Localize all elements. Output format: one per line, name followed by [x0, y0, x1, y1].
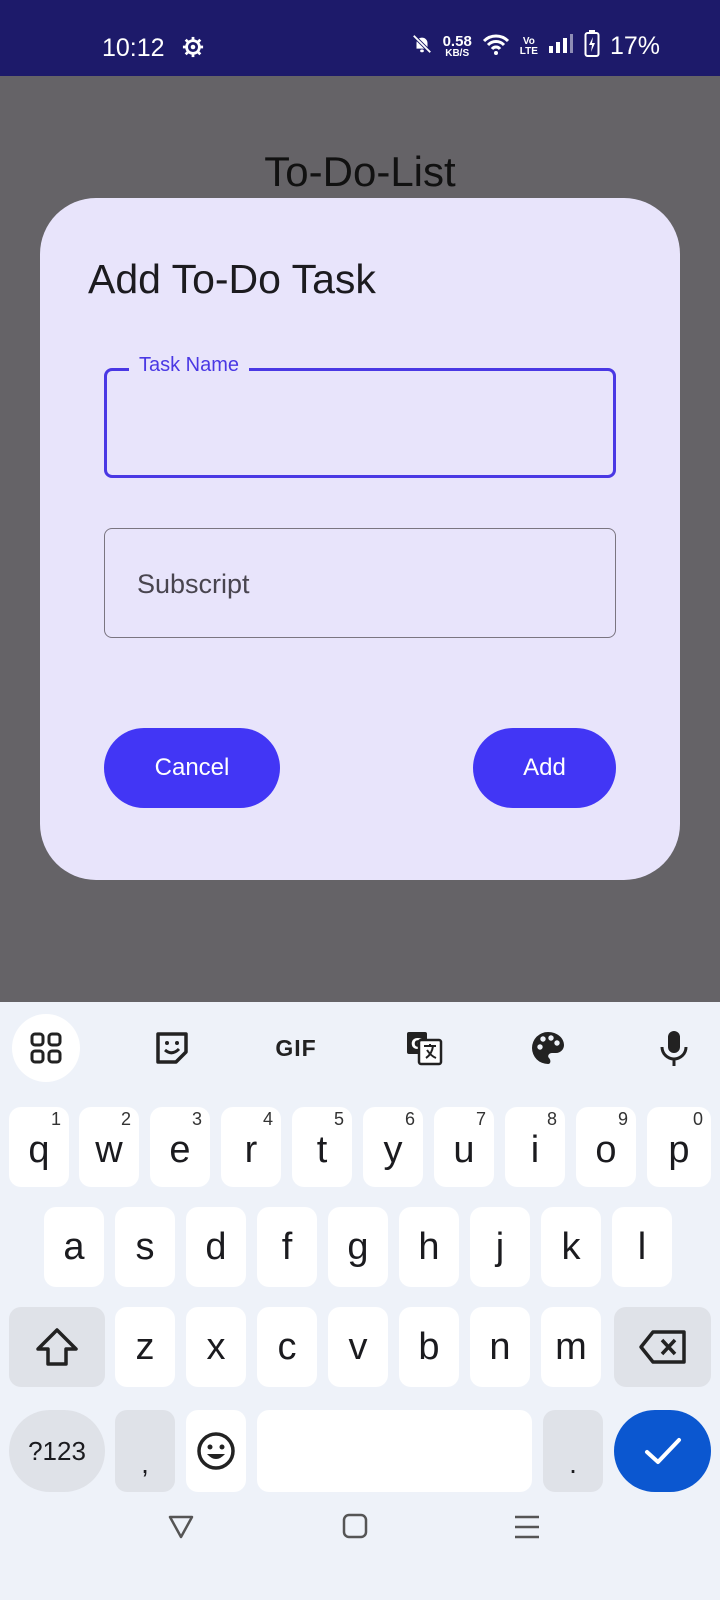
volte-indicator: Vo LTE [519, 35, 538, 57]
backspace-icon [638, 1330, 686, 1364]
key-u[interactable]: 7u [434, 1107, 494, 1187]
recents-menu-icon[interactable] [514, 1514, 540, 1545]
translate-icon[interactable]: G [390, 1014, 458, 1082]
key-d[interactable]: d [186, 1207, 246, 1287]
shift-arrow-icon [36, 1328, 78, 1366]
key-l[interactable]: l [612, 1207, 672, 1287]
app-title: To-Do-List [264, 148, 456, 195]
subscript-field[interactable]: Subscript [104, 528, 616, 638]
add-task-dialog: Add To-Do Task Task Name Subscript Cance… [40, 198, 680, 880]
key-q[interactable]: 1q [9, 1107, 69, 1187]
add-button[interactable]: Add [473, 728, 616, 808]
enter-key[interactable] [614, 1410, 711, 1492]
keyboard-toolbar: GIF G [0, 1002, 720, 1092]
key-w[interactable]: 2w [79, 1107, 139, 1187]
apps-grid-icon[interactable] [12, 1014, 80, 1082]
emoji-icon [197, 1432, 235, 1470]
signal-icon [548, 34, 574, 59]
sticker-icon[interactable] [138, 1014, 206, 1082]
comma-key[interactable]: , [115, 1410, 175, 1492]
dialog-title: Add To-Do Task [88, 256, 376, 302]
checkmark-icon [644, 1438, 681, 1464]
settings-gear-icon [182, 36, 204, 63]
key-x[interactable]: x [186, 1307, 246, 1387]
cancel-button[interactable]: Cancel [104, 728, 280, 808]
subscript-placeholder: Subscript [137, 569, 250, 599]
key-p[interactable]: 0p [647, 1107, 711, 1187]
palette-icon[interactable] [514, 1014, 582, 1082]
key-s[interactable]: s [115, 1207, 175, 1287]
task-name-label: Task Name [129, 354, 250, 377]
backspace-key[interactable] [614, 1307, 711, 1387]
home-icon[interactable] [342, 1513, 368, 1544]
key-z[interactable]: z [115, 1307, 175, 1387]
battery-percent: 17% [609, 32, 660, 60]
status-bar: 10:12 0.58 KB/S Vo LTE 17% [0, 0, 720, 76]
muted-bell-icon [411, 33, 433, 60]
key-o[interactable]: 9o [576, 1107, 636, 1187]
shift-key[interactable] [9, 1307, 105, 1387]
key-j[interactable]: j [470, 1207, 530, 1287]
wifi-icon [482, 33, 510, 60]
key-m[interactable]: m [541, 1307, 601, 1387]
network-speed: 0.58 KB/S [442, 33, 472, 59]
key-f[interactable]: f [257, 1207, 317, 1287]
period-key[interactable]: . [543, 1410, 603, 1492]
symbols-key[interactable]: ?123 [9, 1410, 105, 1492]
key-n[interactable]: n [470, 1307, 530, 1387]
key-g[interactable]: g [328, 1207, 388, 1287]
battery-charging-icon [584, 30, 600, 63]
space-bar[interactable] [257, 1410, 532, 1492]
gif-icon[interactable]: GIF [262, 1014, 330, 1082]
microphone-icon[interactable] [640, 1014, 708, 1082]
key-r[interactable]: 4r [221, 1107, 281, 1187]
task-name-field[interactable]: Task Name [104, 354, 616, 478]
status-time: 10:12 [102, 34, 165, 62]
back-icon[interactable] [168, 1515, 194, 1544]
key-i[interactable]: 8i [505, 1107, 565, 1187]
key-t[interactable]: 5t [292, 1107, 352, 1187]
key-k[interactable]: k [541, 1207, 601, 1287]
emoji-key[interactable] [186, 1410, 246, 1492]
key-e[interactable]: 3e [150, 1107, 210, 1187]
navigation-bar [0, 1490, 720, 1600]
key-y[interactable]: 6y [363, 1107, 423, 1187]
key-h[interactable]: h [399, 1207, 459, 1287]
key-v[interactable]: v [328, 1307, 388, 1387]
key-a[interactable]: a [44, 1207, 104, 1287]
key-b[interactable]: b [399, 1307, 459, 1387]
key-c[interactable]: c [257, 1307, 317, 1387]
